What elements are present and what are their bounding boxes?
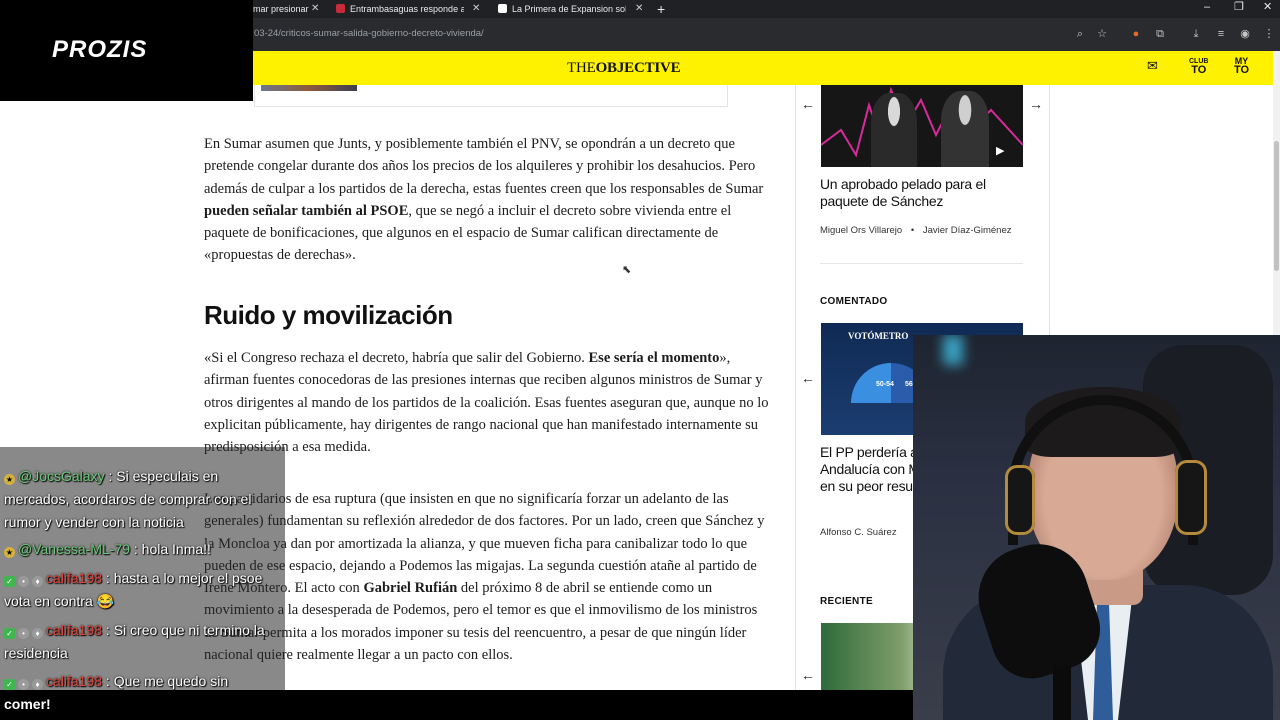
checkmark-badge-icon: ✓ xyxy=(4,679,15,690)
favicon-icon xyxy=(498,4,507,13)
menu-kebab-icon[interactable]: ⋮ xyxy=(1262,27,1276,41)
badge-icon: • xyxy=(18,628,29,639)
article-paragraph: Los partidarios de esa ruptura (que insi… xyxy=(204,491,765,664)
chat-overflow-text: comer! xyxy=(4,696,51,712)
article-paragraph: En Sumar asumen que Junts, y posiblement… xyxy=(204,136,764,264)
card-authors[interactable]: Alfonso C. Suárez xyxy=(820,527,897,538)
browser-tab[interactable]: Entrambasaguas responde a la xyxy=(336,0,464,18)
article-paragraph: «Si el Congreso rechaza el decreto, habr… xyxy=(204,350,769,456)
zoom-icon[interactable]: ⌕ xyxy=(1073,27,1087,41)
minimize-button[interactable]: – xyxy=(1204,0,1210,14)
divider xyxy=(820,263,1023,264)
chat-message: ✓ • ♦ califa198 : Si creo que ni termino la… xyxy=(4,622,265,661)
url-field[interactable]: 03-24/criticos-sumar-salida-gobierno-dec… xyxy=(254,28,484,39)
extensions-puzzle-icon[interactable]: ⧉ xyxy=(1153,27,1167,41)
sponsor-overlay: PROZIS xyxy=(0,0,253,101)
my-to-button[interactable]: MY TO xyxy=(1234,57,1249,76)
video-thumbnail[interactable] xyxy=(821,85,1023,167)
section-label-recent: RECIENTE xyxy=(820,596,873,607)
badge-icon: • xyxy=(18,679,29,690)
carousel-prev-arrow-icon[interactable]: ← xyxy=(801,96,815,112)
close-tab-icon[interactable]: ✕ xyxy=(311,0,319,18)
section-label-commented: COMENTADO xyxy=(820,296,888,307)
download-icon[interactable]: ⤓ xyxy=(1189,27,1203,41)
chat-message: ★ @JocsGalaxy : Si especulais en mercados… xyxy=(4,468,252,530)
chat-message: ✓ • ♦ califa198 : hasta a lo mejor el psoe … xyxy=(4,570,263,609)
chat-message: ★ @Vanessa-ML-79 : hola Inma!! xyxy=(4,541,211,558)
close-tab-icon[interactable]: ✕ xyxy=(635,0,643,18)
checkmark-badge-icon: ✓ xyxy=(4,628,15,639)
webcam-feed xyxy=(913,335,1280,720)
browser-tab[interactable]: La Primera de Expansion sobre xyxy=(498,0,626,18)
sponsor-logo: PROZIS xyxy=(52,36,148,63)
favicon-icon xyxy=(336,4,345,13)
play-icon[interactable]: ▶ xyxy=(996,144,1004,157)
person-figure xyxy=(941,91,989,167)
badge-icon: • xyxy=(18,576,29,587)
badge-icon: ♦ xyxy=(32,679,43,690)
bookmark-star-icon[interactable]: ☆ xyxy=(1095,27,1109,41)
sidebar-card-title[interactable]: Un aprobado pelado para el paquete de Sá… xyxy=(820,176,1020,210)
section-heading: Ruido y movilización xyxy=(204,300,453,330)
stream-chat-overlay: ★ @JocsGalaxy : Si especulais en mercados… xyxy=(0,447,285,690)
card-authors: Miguel Ors Villarejo • Javier Díaz-Gimén… xyxy=(820,225,1012,236)
new-tab-button[interactable]: + xyxy=(657,0,665,18)
badge-icon: ★ xyxy=(4,474,15,485)
carousel-next-arrow-icon[interactable]: → xyxy=(1029,96,1043,112)
close-tab-icon[interactable]: ✕ xyxy=(472,0,480,18)
related-article-thumbnail xyxy=(261,85,357,91)
related-article-card[interactable] xyxy=(254,85,728,107)
checkmark-badge-icon: ✓ xyxy=(4,576,15,587)
profile-avatar-icon[interactable]: ◉ xyxy=(1238,27,1252,41)
chat-message: ✓ • ♦ califa198 : Que me quedo sin xyxy=(4,670,282,690)
badge-icon: ★ xyxy=(4,547,15,558)
mail-icon[interactable]: ✉ xyxy=(1147,59,1158,72)
club-to-button[interactable]: CLUB TO xyxy=(1189,57,1208,76)
badge-icon: ♦ xyxy=(32,576,43,587)
chart-line-graphic xyxy=(821,86,1023,158)
site-logo[interactable]: THEOBJECTIVE xyxy=(567,60,681,77)
bullet-separator: • xyxy=(910,225,915,236)
badge-icon: ♦ xyxy=(32,628,43,639)
person-figure xyxy=(871,93,917,167)
divider xyxy=(795,85,796,690)
browser-tab[interactable]: mar presionar xyxy=(253,0,311,18)
restore-button[interactable]: ❐ xyxy=(1234,0,1244,14)
mouse-cursor-icon: ⬉ xyxy=(622,264,632,276)
extension-icon[interactable]: ● xyxy=(1129,27,1143,41)
carousel-prev-arrow-icon[interactable]: ← xyxy=(801,667,815,683)
close-window-button[interactable]: ✕ xyxy=(1263,0,1272,14)
carousel-prev-arrow-icon[interactable]: ← xyxy=(801,370,815,386)
media-control-icon[interactable]: ≡ xyxy=(1214,27,1228,41)
scrollbar-thumb[interactable] xyxy=(1274,141,1279,271)
